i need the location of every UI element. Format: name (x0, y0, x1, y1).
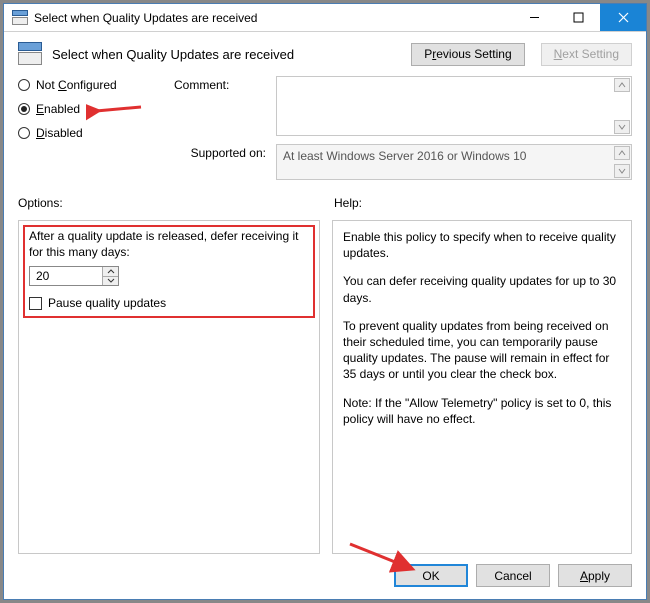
defer-days-label: After a quality update is released, defe… (29, 229, 309, 260)
minimize-button[interactable] (512, 4, 556, 31)
ok-button[interactable]: OK (394, 564, 468, 587)
policy-editor-window: Select when Quality Updates are received… (3, 3, 647, 600)
defer-days-value[interactable]: 20 (30, 267, 102, 285)
options-label: Options: (18, 196, 318, 210)
comment-row: Comment: (174, 76, 632, 136)
help-text: You can defer receiving quality updates … (343, 273, 621, 305)
panels: After a quality update is released, defe… (4, 216, 646, 554)
comment-label: Comment: (174, 76, 266, 92)
window-controls (512, 4, 646, 31)
defer-days-spinner[interactable]: 20 (29, 266, 119, 286)
titlebar: Select when Quality Updates are received (4, 4, 646, 32)
policy-icon (18, 42, 42, 66)
scroll-up-icon[interactable] (614, 146, 630, 160)
disabled-radio[interactable]: Disabled (18, 126, 158, 140)
close-button[interactable] (600, 4, 646, 31)
supported-label: Supported on: (174, 144, 266, 160)
maximize-button[interactable] (556, 4, 600, 31)
help-panel: Enable this policy to specify when to re… (332, 220, 632, 554)
pause-updates-label: Pause quality updates (48, 296, 166, 310)
apply-button[interactable]: Apply (558, 564, 632, 587)
page-title: Select when Quality Updates are received (52, 47, 294, 62)
policy-icon (12, 10, 28, 26)
previous-setting-button[interactable]: Previous Setting (411, 43, 524, 66)
supported-row: Supported on: At least Windows Server 20… (174, 144, 632, 180)
scroll-down-icon[interactable] (614, 164, 630, 178)
help-text: Enable this policy to specify when to re… (343, 229, 621, 261)
comment-textbox[interactable] (276, 76, 632, 136)
window-title: Select when Quality Updates are received (34, 11, 512, 25)
section-labels: Options: Help: (4, 182, 646, 216)
next-setting-button: Next Setting (541, 43, 632, 66)
pause-updates-checkbox[interactable]: Pause quality updates (29, 296, 309, 310)
checkbox-icon (29, 297, 42, 310)
help-label: Help: (334, 196, 632, 210)
supported-textbox: At least Windows Server 2016 or Windows … (276, 144, 632, 180)
spinner-up-icon[interactable] (102, 267, 118, 276)
spinner-down-icon[interactable] (102, 276, 118, 286)
help-text: Note: If the "Allow Telemetry" policy is… (343, 395, 621, 427)
radio-icon (18, 127, 30, 139)
not-configured-radio[interactable]: Not Configured (18, 78, 158, 92)
config-row: Not Configured Enabled Disabled Comment: (4, 74, 646, 182)
scroll-up-icon[interactable] (614, 78, 630, 92)
right-fields: Comment: Supported on: At least Windows … (174, 76, 632, 180)
options-panel: After a quality update is released, defe… (18, 220, 320, 554)
footer: OK Cancel Apply (4, 554, 646, 599)
radio-icon (18, 79, 30, 91)
cancel-button[interactable]: Cancel (476, 564, 550, 587)
header-row: Select when Quality Updates are received… (4, 32, 646, 74)
help-text: To prevent quality updates from being re… (343, 318, 621, 383)
enabled-radio[interactable]: Enabled (18, 102, 158, 116)
state-radio-group: Not Configured Enabled Disabled (18, 76, 158, 180)
scroll-down-icon[interactable] (614, 120, 630, 134)
annotation-highlight: After a quality update is released, defe… (23, 225, 315, 318)
radio-icon (18, 103, 30, 115)
